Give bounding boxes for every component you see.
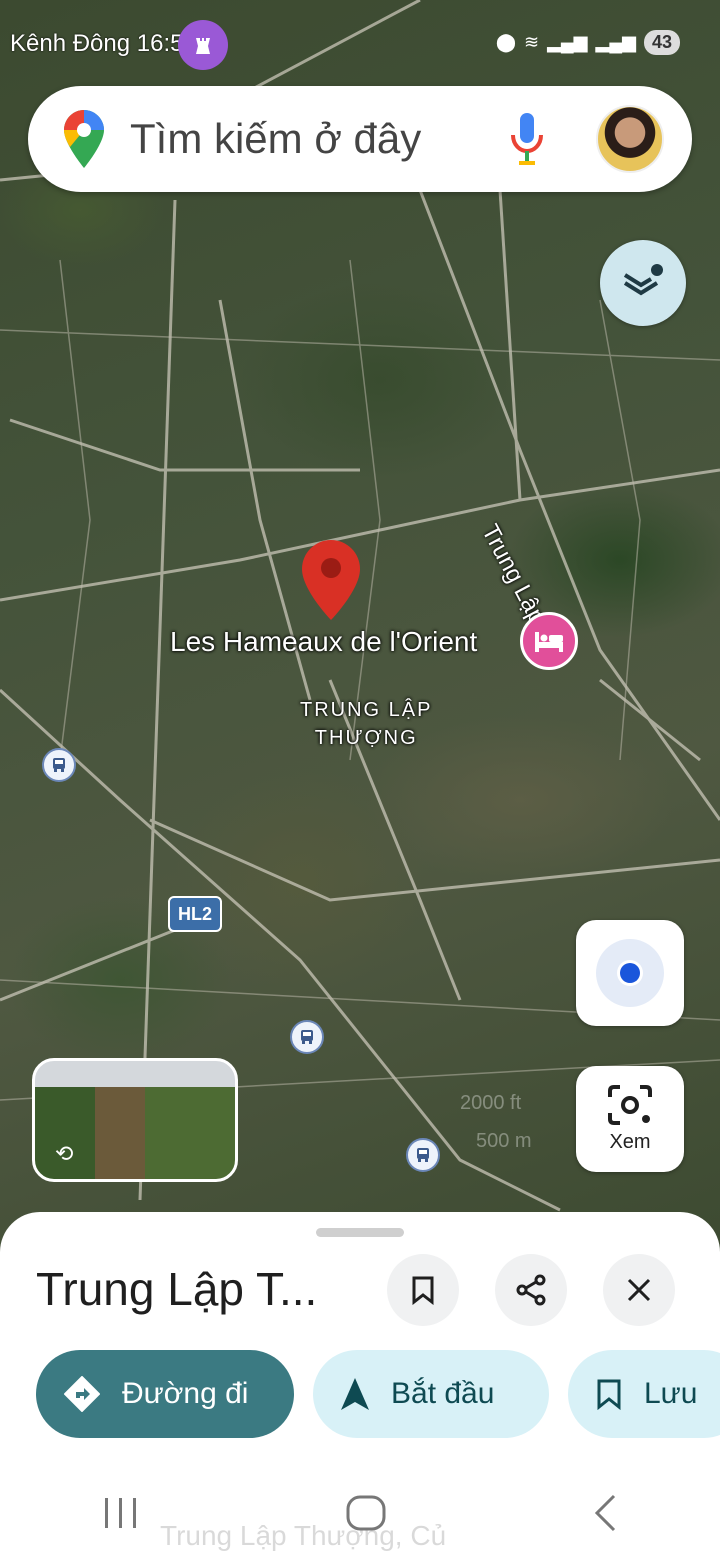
scale-m: 500 m <box>476 1130 532 1152</box>
directions-button[interactable]: Đường đi <box>36 1350 294 1438</box>
status-indicators: ⬤ ≋ ▂▄▆ ▂▄▆ 43 <box>496 30 680 55</box>
rotate-360-icon: ⟲ <box>55 1141 74 1166</box>
my-location-button[interactable] <box>576 920 684 1026</box>
directions-icon <box>64 1376 100 1412</box>
home-button[interactable] <box>346 1495 386 1536</box>
lens-view-label: Xem <box>609 1130 651 1153</box>
signal-icon: ▂▄▆ <box>547 32 588 52</box>
search-bar[interactable]: Tìm kiếm ở đây <box>28 86 692 192</box>
navigation-arrow-icon <box>341 1378 369 1410</box>
save-bookmark-button[interactable] <box>387 1254 459 1326</box>
route-shield: HL2 <box>168 896 222 932</box>
recent-apps-button[interactable] <box>103 1496 139 1535</box>
share-icon <box>516 1274 546 1306</box>
place-title: Trung Lập T... <box>36 1263 318 1315</box>
system-nav-bar <box>0 1470 720 1561</box>
layers-button[interactable] <box>600 240 686 326</box>
back-button[interactable] <box>593 1494 617 1537</box>
status-time: Kênh Đông 16:52 <box>10 30 197 57</box>
street-view-thumbnail[interactable]: ⟲ <box>32 1058 238 1182</box>
maps-logo-icon <box>64 110 104 168</box>
close-button[interactable] <box>603 1254 675 1326</box>
account-avatar[interactable] <box>596 105 664 173</box>
hotel-pin[interactable] <box>520 612 578 670</box>
bookmark-icon <box>412 1276 434 1305</box>
camera-lens-icon <box>608 1084 652 1125</box>
directions-label: Đường đi <box>122 1377 249 1410</box>
wifi-icon: ≋ <box>523 32 540 52</box>
save-button[interactable]: Lưu <box>568 1350 720 1438</box>
bus-stop-icon[interactable] <box>406 1138 440 1172</box>
microphone-icon[interactable] <box>510 113 544 165</box>
place-label[interactable]: Les Hameaux de l'Orient <box>170 626 477 658</box>
sheet-drag-handle[interactable] <box>316 1228 404 1237</box>
start-label: Bắt đầu <box>391 1377 495 1410</box>
start-button[interactable]: Bắt đầu <box>313 1350 549 1438</box>
area-label-line2: THƯỢNG <box>314 727 418 749</box>
bed-icon <box>535 632 563 652</box>
chess-app-icon <box>178 20 228 70</box>
location-dot-icon <box>596 939 664 1007</box>
search-input[interactable]: Tìm kiếm ở đây <box>130 115 510 163</box>
battery-level: 43 <box>643 30 680 55</box>
area-label: TRUNG LẬP THƯỢNG <box>300 696 432 752</box>
lens-view-button[interactable]: Xem <box>576 1066 684 1172</box>
share-button[interactable] <box>495 1254 567 1326</box>
bus-stop-icon[interactable] <box>290 1020 324 1054</box>
signal-icon-2: ▂▄▆ <box>595 32 636 52</box>
location-icon: ⬤ <box>495 32 516 52</box>
layers-icon <box>623 264 663 296</box>
selected-location-pin[interactable] <box>302 540 360 625</box>
bookmark-icon <box>596 1378 622 1410</box>
scale-ft: 2000 ft <box>460 1092 522 1114</box>
save-label: Lưu <box>644 1377 698 1410</box>
bus-stop-icon[interactable] <box>42 748 76 782</box>
close-icon <box>627 1278 651 1302</box>
area-label-line1: TRUNG LẬP <box>300 699 433 721</box>
